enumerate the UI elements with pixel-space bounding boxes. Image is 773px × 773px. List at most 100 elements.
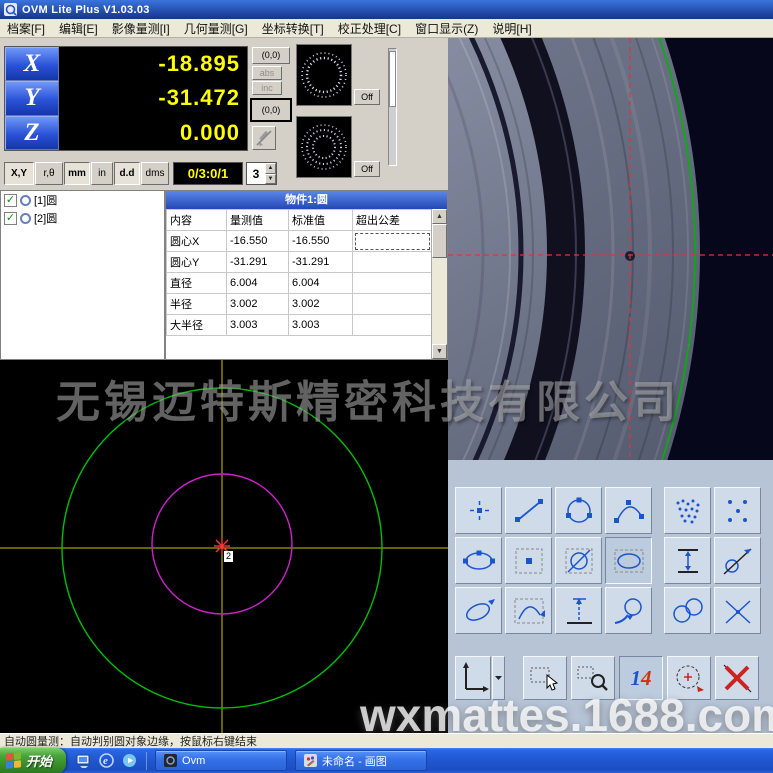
menu-item-geometry-measure[interactable]: 几何量测[G]: [177, 19, 255, 38]
edit-disabled-button[interactable]: [252, 126, 276, 150]
cell-measured[interactable]: 3.002: [226, 293, 289, 315]
vertical-distance-tool-button[interactable]: [664, 537, 711, 584]
cell-name[interactable]: 直径: [166, 272, 227, 294]
scroll-up-icon[interactable]: ▲: [432, 209, 447, 224]
zero-origin-button[interactable]: (0,0): [252, 47, 290, 64]
angle-dd-button[interactable]: d.d: [114, 162, 140, 185]
menu-item-edit[interactable]: 编辑[E]: [52, 19, 105, 38]
checkbox-circle-2[interactable]: ✓: [4, 211, 17, 225]
cell-tolerance[interactable]: [352, 230, 432, 252]
col-header-measured[interactable]: 量测值: [226, 209, 289, 231]
coordinate-system-tool-button[interactable]: [455, 656, 491, 700]
coord-xy-button[interactable]: X,Y: [4, 162, 34, 185]
col-header-name[interactable]: 内容: [166, 209, 227, 231]
cell-measured[interactable]: 6.004: [226, 272, 289, 294]
table-row[interactable]: 直径 6.004 6.004: [166, 272, 432, 294]
box-point-tool-button[interactable]: [505, 537, 552, 584]
spinner-down-button[interactable]: ▼: [265, 173, 276, 184]
menu-item-file[interactable]: 档案[F]: [0, 19, 52, 38]
menu-item-calibration[interactable]: 校正处理[C]: [331, 19, 408, 38]
coord-polar-button[interactable]: r,θ: [35, 162, 63, 185]
point-tool-button[interactable]: [455, 487, 502, 534]
scrollbar-track[interactable]: [432, 224, 447, 344]
box-arc-tool-button[interactable]: [505, 587, 552, 634]
tree-item-circle-2[interactable]: ✓ [2]圆: [1, 209, 164, 227]
spinner-up-button[interactable]: ▲: [265, 163, 276, 174]
select-tool-button[interactable]: [523, 656, 567, 700]
arc-tool-button[interactable]: [605, 487, 652, 534]
task-button-paint[interactable]: 未命名 - 画图: [295, 750, 428, 771]
coordinate-dropdown-button[interactable]: [492, 656, 505, 700]
checkbox-circle-1[interactable]: ✓: [4, 193, 17, 207]
drawing-canvas[interactable]: 2: [0, 360, 448, 733]
tangent-circle-tool-button[interactable]: [714, 537, 761, 584]
scrollbar-thumb[interactable]: [432, 224, 447, 258]
display2-off-button[interactable]: Off: [354, 161, 380, 177]
two-circles-tool-button[interactable]: [664, 587, 711, 634]
line-tool-button[interactable]: [505, 487, 552, 534]
cell-tolerance[interactable]: [352, 293, 432, 315]
tree-item-circle-1[interactable]: ✓ [1]圆: [1, 191, 164, 209]
media-player-icon[interactable]: [121, 752, 138, 769]
col-header-standard[interactable]: 标准值: [288, 209, 353, 231]
line-icon: [514, 498, 543, 522]
cell-standard[interactable]: -16.550: [288, 230, 353, 252]
col-header-tolerance[interactable]: 超出公差: [352, 209, 432, 231]
cell-name[interactable]: 半径: [166, 293, 227, 315]
cell-tolerance[interactable]: [352, 251, 432, 273]
dot-pattern-tool-button[interactable]: [714, 487, 761, 534]
scroll-down-icon[interactable]: ▼: [432, 344, 447, 359]
box-ellipse-tool-button[interactable]: [605, 537, 652, 584]
table-row[interactable]: 半径 3.002 3.002: [166, 293, 432, 315]
zoom-tool-button[interactable]: [571, 656, 615, 700]
height-measure-tool-button[interactable]: [555, 587, 602, 634]
display1-off-button[interactable]: Off: [354, 89, 380, 105]
cell-standard[interactable]: 6.004: [288, 272, 353, 294]
abs-mode-button[interactable]: abs: [252, 66, 282, 80]
table-scrollbar[interactable]: ▲ ▼: [431, 209, 447, 359]
browser-icon[interactable]: e: [98, 752, 115, 769]
count-tool-button[interactable]: 14: [619, 656, 663, 700]
menu-item-help[interactable]: 说明[H]: [485, 19, 538, 38]
cell-standard[interactable]: 3.003: [288, 314, 353, 336]
cell-tolerance[interactable]: [352, 314, 432, 336]
unit-mm-button[interactable]: mm: [64, 162, 90, 185]
cell-measured[interactable]: -16.550: [226, 230, 289, 252]
show-desktop-icon[interactable]: [75, 752, 92, 769]
tree-item-label[interactable]: [1]圆: [34, 192, 57, 208]
cell-standard[interactable]: -31.291: [288, 251, 353, 273]
start-button[interactable]: 开始: [0, 748, 67, 773]
menu-item-image-measure[interactable]: 影像量测[I]: [105, 19, 177, 38]
delete-tool-button[interactable]: [715, 656, 759, 700]
light-slider-thumb[interactable]: [389, 51, 396, 107]
cell-name[interactable]: 圆心Y: [166, 251, 227, 273]
auto-circle-tool-button[interactable]: [667, 656, 711, 700]
cell-standard[interactable]: 3.002: [288, 293, 353, 315]
cell-name[interactable]: 大半径: [166, 314, 227, 336]
task-button-ovm[interactable]: Ovm: [155, 750, 288, 771]
cell-measured[interactable]: 3.003: [226, 314, 289, 336]
box-circle-tool-button[interactable]: [555, 537, 602, 584]
translate-circle-tool-button[interactable]: [605, 587, 652, 634]
cross-lines-tool-button[interactable]: [714, 587, 761, 634]
table-row[interactable]: 大半径 3.003 3.003: [166, 314, 432, 336]
zero-origin-button-2[interactable]: (0,0): [250, 98, 292, 122]
menu-item-window-display[interactable]: 窗口显示(Z): [408, 19, 485, 38]
circle-tool-button[interactable]: [555, 487, 602, 534]
angle-dms-button[interactable]: dms: [141, 162, 169, 185]
light-slider[interactable]: [388, 48, 397, 166]
cell-tolerance[interactable]: [352, 272, 432, 294]
point-cloud-tool-button[interactable]: [664, 487, 711, 534]
inc-mode-button[interactable]: inc: [252, 81, 282, 95]
table-row[interactable]: 圆心Y -31.291 -31.291: [166, 251, 432, 273]
tree-item-label[interactable]: [2]圆: [34, 210, 57, 226]
menu-item-coord-transform[interactable]: 坐标转换[T]: [255, 19, 331, 38]
table-row[interactable]: 圆心X -16.550 -16.550: [166, 230, 432, 252]
point-count-spinner[interactable]: 3 ▲ ▼: [246, 162, 277, 185]
cell-name[interactable]: 圆心X: [166, 230, 227, 252]
rotated-ellipse-tool-button[interactable]: [455, 587, 502, 634]
unit-inch-button[interactable]: in: [91, 162, 113, 185]
cell-measured[interactable]: -31.291: [226, 251, 289, 273]
camera-live-view[interactable]: [448, 38, 773, 460]
ellipse-tool-button[interactable]: [455, 537, 502, 584]
